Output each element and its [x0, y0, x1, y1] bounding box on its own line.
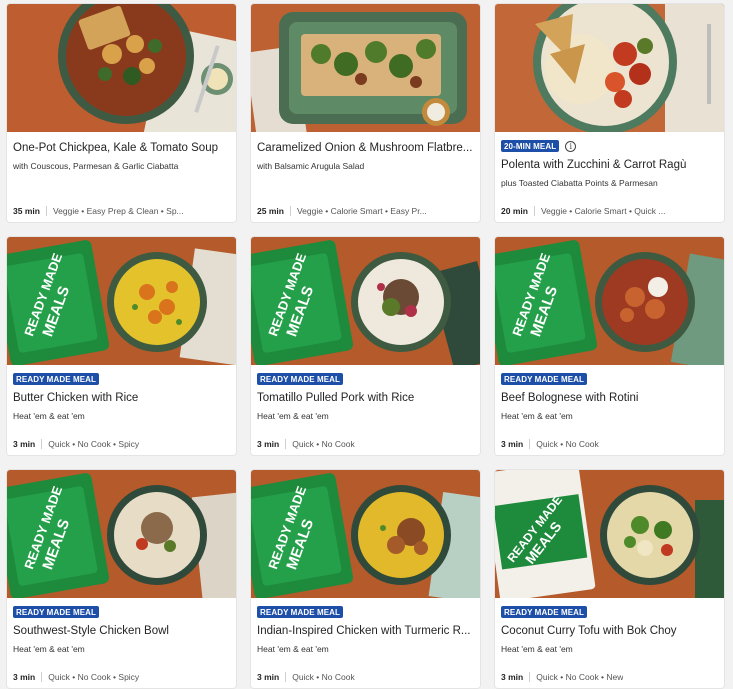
recipe-subtitle: with Couscous, Parmesan & Garlic Ciabatt…	[13, 161, 179, 171]
tag-row: READY MADE MEAL	[501, 606, 588, 618]
recipe-tags: Quick • No Cook • Spicy	[48, 439, 140, 449]
recipe-tags: Quick • No Cook • New	[536, 672, 624, 682]
meal-badge: READY MADE MEAL	[257, 373, 344, 385]
recipe-meta: 3 min Quick • No Cook	[501, 439, 718, 449]
cook-time: 20 min	[501, 206, 528, 216]
recipe-tags: Quick • No Cook	[292, 439, 355, 449]
recipe-image[interactable]: READY MADE MEALS	[7, 237, 236, 365]
recipe-card[interactable]: READY MADE MEALS READY MADE MEAL Coconut …	[495, 470, 724, 688]
divider	[289, 206, 291, 216]
recipe-meta: 3 min Quick • No Cook	[257, 672, 474, 682]
meal-badge: READY MADE MEAL	[13, 606, 100, 618]
recipe-meta: 25 min Veggie • Calorie Smart • Easy Pr.…	[257, 206, 474, 216]
cook-time: 3 min	[501, 672, 524, 682]
divider	[41, 439, 43, 449]
meal-badge: READY MADE MEAL	[257, 606, 344, 618]
recipe-card[interactable]: READY MADE MEALS READY MADE MEAL Southwes…	[7, 470, 236, 688]
recipe-tags: Veggie • Calorie Smart • Quick ...	[540, 206, 666, 216]
recipe-meta: 3 min Quick • No Cook	[257, 439, 474, 449]
cook-time: 3 min	[13, 439, 36, 449]
divider	[529, 672, 531, 682]
info-icon[interactable]: i	[565, 140, 577, 152]
recipe-image[interactable]: READY MADE MEALS	[495, 237, 724, 365]
tag-row: READY MADE MEAL	[501, 373, 588, 385]
divider	[41, 672, 43, 682]
recipe-subtitle: Heat 'em & eat 'em	[257, 411, 329, 421]
recipe-subtitle: Heat 'em & eat 'em	[13, 644, 85, 654]
recipe-image[interactable]	[495, 4, 724, 132]
recipe-title[interactable]: Coconut Curry Tofu with Bok Choy	[501, 625, 718, 637]
cook-time: 35 min	[13, 206, 40, 216]
recipe-title[interactable]: Butter Chicken with Rice	[13, 392, 230, 404]
recipe-title[interactable]: Southwest-Style Chicken Bowl	[13, 625, 230, 637]
tag-row: READY MADE MEAL	[13, 373, 100, 385]
recipe-image[interactable]	[251, 4, 480, 132]
recipe-meta: 3 min Quick • No Cook • New	[501, 672, 718, 682]
recipe-card[interactable]: READY MADE MEALS READY MADE MEAL Tomatill…	[251, 237, 480, 455]
recipe-meta: 35 min Veggie • Easy Prep & Clean • Sp..…	[13, 206, 230, 216]
recipe-title[interactable]: Polenta with Zucchini & Carrot Ragù	[501, 159, 718, 171]
recipe-meta: 3 min Quick • No Cook • Spicy	[13, 672, 230, 682]
divider	[285, 439, 287, 449]
recipe-subtitle: Heat 'em & eat 'em	[13, 411, 85, 421]
recipe-card[interactable]: One-Pot Chickpea, Kale & Tomato Soup wit…	[7, 4, 236, 222]
recipe-image[interactable]: READY MADE MEALS	[251, 237, 480, 365]
recipe-title[interactable]: Caramelized Onion & Mushroom Flatbre...	[257, 142, 474, 154]
recipe-title[interactable]: Beef Bolognese with Rotini	[501, 392, 718, 404]
recipe-image[interactable]: READY MADE MEALS	[251, 470, 480, 598]
recipe-image[interactable]: READY MADE MEALS	[7, 470, 236, 598]
meal-badge: READY MADE MEAL	[501, 373, 588, 385]
cook-time: 3 min	[501, 439, 524, 449]
recipe-meta: 3 min Quick • No Cook • Spicy	[13, 439, 230, 449]
recipe-subtitle: Heat 'em & eat 'em	[257, 644, 329, 654]
tag-row: READY MADE MEAL	[13, 606, 100, 618]
recipe-subtitle: with Balsamic Arugula Salad	[257, 161, 365, 171]
recipe-tags: Quick • No Cook	[292, 672, 355, 682]
meal-badge: 20-MIN MEAL	[501, 140, 560, 152]
cook-time: 3 min	[257, 672, 280, 682]
recipe-card[interactable]: READY MADE MEALS READY MADE MEAL Indian-I…	[251, 470, 480, 688]
recipe-card[interactable]: Caramelized Onion & Mushroom Flatbre... …	[251, 4, 480, 222]
tag-row: 20-MIN MEAL i	[501, 140, 577, 152]
cook-time: 3 min	[257, 439, 280, 449]
divider	[533, 206, 535, 216]
recipe-card[interactable]: 20-MIN MEAL i Polenta with Zucchini & Ca…	[495, 4, 724, 222]
divider	[45, 206, 47, 216]
tag-row: READY MADE MEAL	[257, 373, 344, 385]
recipe-title[interactable]: One-Pot Chickpea, Kale & Tomato Soup	[13, 142, 230, 154]
divider	[529, 439, 531, 449]
recipe-grid: One-Pot Chickpea, Kale & Tomato Soup wit…	[7, 4, 724, 688]
recipe-tags: Veggie • Easy Prep & Clean • Sp...	[52, 206, 184, 216]
tag-row: READY MADE MEAL	[257, 606, 344, 618]
recipe-card[interactable]: READY MADE MEALS READY MADE MEAL Beef Bol…	[495, 237, 724, 455]
cook-time: 25 min	[257, 206, 284, 216]
recipe-tags: Veggie • Calorie Smart • Easy Pr...	[296, 206, 427, 216]
cook-time: 3 min	[13, 672, 36, 682]
recipe-image[interactable]: READY MADE MEALS	[495, 470, 724, 598]
recipe-subtitle: Heat 'em & eat 'em	[501, 644, 573, 654]
meal-badge: READY MADE MEAL	[501, 606, 588, 618]
recipe-title[interactable]: Indian-Inspired Chicken with Turmeric R.…	[257, 625, 474, 637]
recipe-tags: Quick • No Cook • Spicy	[48, 672, 140, 682]
recipe-card[interactable]: READY MADE MEALS READY MADE MEAL Butter C…	[7, 237, 236, 455]
divider	[285, 672, 287, 682]
recipe-subtitle: Heat 'em & eat 'em	[501, 411, 573, 421]
recipe-subtitle: plus Toasted Ciabatta Points & Parmesan	[501, 178, 658, 188]
recipe-image[interactable]	[7, 4, 236, 132]
recipe-title[interactable]: Tomatillo Pulled Pork with Rice	[257, 392, 474, 404]
recipe-tags: Quick • No Cook	[536, 439, 599, 449]
recipe-meta: 20 min Veggie • Calorie Smart • Quick ..…	[501, 206, 718, 216]
meal-badge: READY MADE MEAL	[13, 373, 100, 385]
